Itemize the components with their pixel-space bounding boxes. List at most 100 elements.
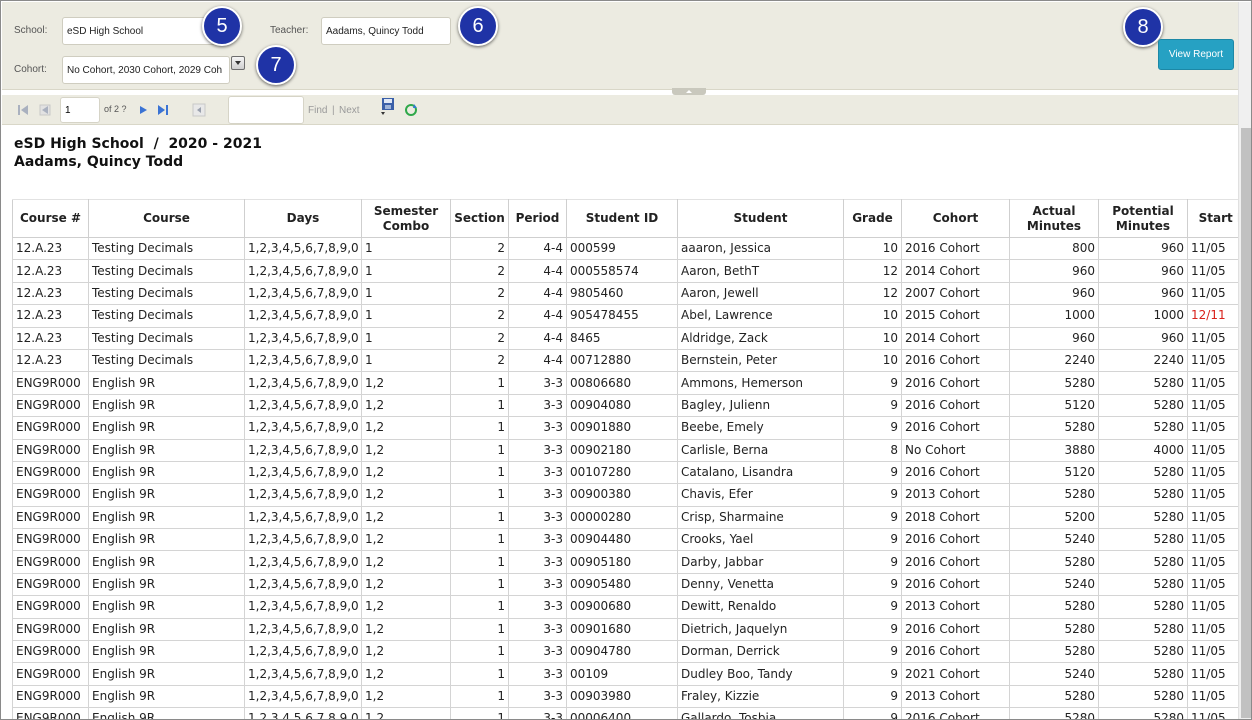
find-text-input[interactable] [228,96,304,124]
teacher-field[interactable]: Aadams, Quincy Todd [321,17,451,45]
back-icon[interactable] [192,103,206,117]
table-cell: 11/05 [1187,528,1238,552]
table-cell: 3-3 [508,662,567,686]
table-row: 12.A.23 Testing Decimals 1,2,3,4,5,6,7,8,9… [12,236,1238,261]
column-header: Start I [1187,199,1238,238]
table-row: ENG9R000 English 9R 1,2,3,4,5,6,7,8,9,0 1,2… [12,505,1238,530]
table-cell: 1 [361,304,451,328]
table-cell: 1,2 [361,505,451,530]
table-cell: 2015 Cohort [901,304,1010,328]
page-number-input[interactable]: 1 [60,97,100,123]
table-cell: 1,2 [361,684,451,709]
table-cell: 3-3 [508,416,567,440]
refresh-icon[interactable] [404,103,418,117]
table-cell: 00902180 [566,438,678,462]
table-cell: English 9R [88,528,245,552]
table-cell: 1,2,3,4,5,6,7,8,9,0 [244,348,362,373]
table-cell: 3-3 [508,483,567,507]
page-count-text: of 2 ? [104,104,127,114]
table-cell: ENG9R000 [12,505,89,530]
table-cell: Crooks, Yael [677,528,844,552]
table-cell: 3-3 [508,438,567,462]
vertical-scrollbar[interactable] [1238,2,1251,719]
table-cell: 00006400 [566,707,678,719]
table-cell: 4-4 [508,259,567,283]
table-cell: 5120 [1009,393,1099,418]
table-cell: 5240 [1009,662,1099,686]
table-cell: 10 [843,236,902,261]
table-cell: 12.A.23 [12,236,89,261]
table-cell: 00905180 [566,550,678,574]
school-label: School: [14,25,48,36]
table-cell: 3880 [1009,438,1099,462]
table-cell: 2016 Cohort [901,617,1010,642]
table-cell: English 9R [88,483,245,507]
table-cell: 8465 [566,326,678,350]
table-cell: 1,2,3,4,5,6,7,8,9,0 [244,371,362,395]
cohort-field[interactable]: No Cohort, 2030 Cohort, 2029 Coh [62,56,230,84]
view-report-button[interactable]: View Report [1158,39,1234,70]
next-link[interactable]: Next [339,105,360,116]
table-cell: 2016 Cohort [901,236,1010,261]
scrollbar-thumb[interactable] [1241,128,1251,718]
table-cell: 9 [843,416,902,440]
table-cell: 1,2,3,4,5,6,7,8,9,0 [244,416,362,440]
table-cell: English 9R [88,460,245,485]
table-cell: 1,2,3,4,5,6,7,8,9,0 [244,662,362,686]
table-cell: 11/05 [1187,393,1238,418]
report-toolbar: 1 of 2 ? Find | Next [2,95,1238,125]
table-cell: 9 [843,393,902,418]
school-field[interactable]: eSD High School [62,17,220,45]
table-cell: 5280 [1098,707,1188,719]
prev-page-icon[interactable] [38,103,52,117]
table-cell: 2 [450,326,509,350]
collapse-params-handle[interactable] [672,88,706,95]
table-cell: 11/05 [1187,617,1238,642]
table-cell: 2240 [1098,348,1188,373]
table-cell: 00107280 [566,460,678,485]
table-cell: Dorman, Derrick [677,640,844,664]
table-cell: 1 [450,371,509,395]
table-cell: 960 [1098,281,1188,306]
table-cell: 00904480 [566,528,678,552]
export-icon[interactable] [380,97,394,115]
table-cell: aaaron, Jessica [677,236,844,261]
table-cell: 2013 Cohort [901,595,1010,619]
table-row: ENG9R000 English 9R 1,2,3,4,5,6,7,8,9,0 1,2… [12,416,1238,440]
cohort-dropdown-icon[interactable] [231,56,245,70]
column-header: Potential Minutes [1098,199,1188,238]
table-cell: 3-3 [508,460,567,485]
column-header: Student ID [566,199,678,238]
column-header: Actual Minutes [1009,199,1099,238]
table-row: ENG9R000 English 9R 1,2,3,4,5,6,7,8,9,0 1,2… [12,460,1238,485]
table-cell: 1,2,3,4,5,6,7,8,9,0 [244,640,362,664]
table-cell: 4-4 [508,236,567,261]
table-cell: ENG9R000 [12,460,89,485]
table-cell: 5280 [1098,550,1188,574]
table-cell: Aldridge, Zack [677,326,844,350]
table-cell: 1,2 [361,483,451,507]
table-cell: 1,2 [361,640,451,664]
table-cell: ENG9R000 [12,617,89,642]
table-cell: Aaron, Jewell [677,281,844,306]
column-header: Course [88,199,245,238]
table-cell: 1 [450,505,509,530]
table-cell: 11/05 [1187,505,1238,530]
table-cell: Ammons, Hemerson [677,371,844,395]
table-cell: 2 [450,281,509,306]
table-row: ENG9R000 English 9R 1,2,3,4,5,6,7,8,9,0 1,2… [12,371,1238,395]
last-page-icon[interactable] [156,103,170,117]
table-cell: 10 [843,348,902,373]
table-cell: 11/05 [1187,259,1238,283]
table-cell: 3-3 [508,393,567,418]
find-link[interactable]: Find [308,105,327,116]
column-header: Course # [12,199,89,238]
table-cell: 1,2,3,4,5,6,7,8,9,0 [244,684,362,709]
table-cell: 11/05 [1187,684,1238,709]
table-cell: 960 [1009,281,1099,306]
first-page-icon[interactable] [16,103,30,117]
next-page-icon[interactable] [136,103,150,117]
table-cell: 4-4 [508,304,567,328]
column-header: Days [244,199,362,238]
table-cell: 9 [843,707,902,719]
